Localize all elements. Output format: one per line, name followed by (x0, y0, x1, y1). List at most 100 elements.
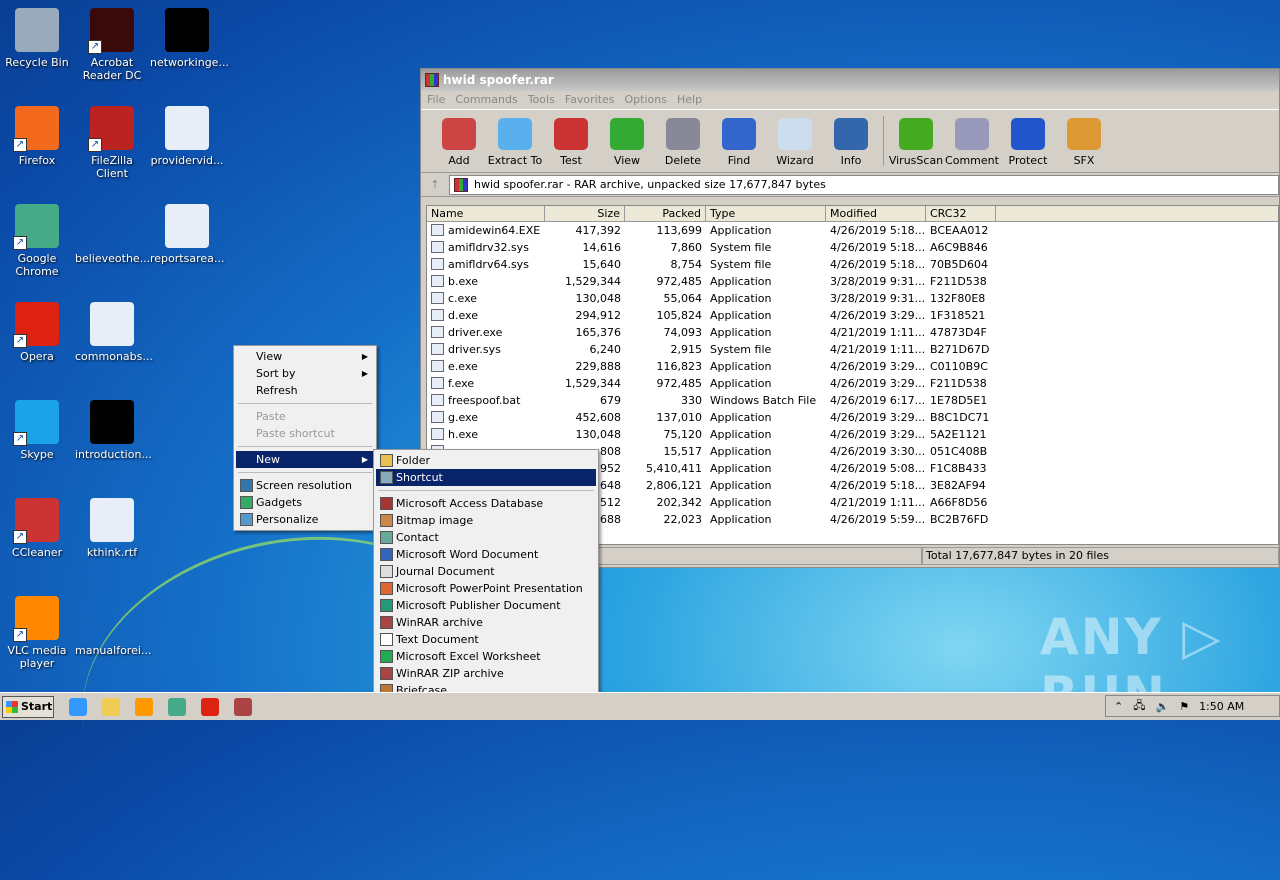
cell-text: 4/26/2019 5:59... (830, 513, 926, 526)
desktop-icon[interactable]: ↗ Acrobat Reader DC (75, 8, 149, 82)
menu-item-label: Microsoft PowerPoint Presentation (396, 582, 583, 595)
menu-item-microsoft-excel-worksheet[interactable]: Microsoft Excel Worksheet (376, 648, 596, 665)
menu-item-refresh[interactable]: Refresh (236, 382, 374, 399)
desktop-icon[interactable]: providervid... (150, 106, 224, 167)
menu-item-microsoft-access-database[interactable]: Microsoft Access Database (376, 495, 596, 512)
menu-item-shortcut[interactable]: Shortcut (376, 469, 596, 486)
column-header[interactable]: Size (545, 206, 625, 221)
desktop-icon[interactable]: commonabs... (75, 302, 153, 363)
desktop-icon[interactable]: manualforei... (75, 596, 151, 657)
desktop-icon[interactable]: ↗ Firefox (0, 106, 74, 167)
clock[interactable]: 1:50 AM (1199, 700, 1244, 713)
toolbar-button-test[interactable]: Test (543, 110, 599, 172)
toolbar-button-find[interactable]: Find (711, 110, 767, 172)
toolbar-button-sfx[interactable]: SFX (1056, 110, 1112, 172)
desktop-icon[interactable]: Recycle Bin (0, 8, 74, 69)
address-path[interactable]: hwid spoofer.rar - RAR archive, unpacked… (449, 174, 1279, 195)
show-hidden-icons[interactable]: ⌃ (1114, 700, 1123, 713)
title-bar[interactable]: hwid spoofer.rar (421, 69, 1279, 91)
menu-item-personalize[interactable]: Personalize (236, 511, 374, 528)
table-row[interactable]: h.exe 130,048 75,120 Application 4/26/2019 3… (427, 426, 1278, 443)
menu-item-screen-resolution[interactable]: Screen resolution (236, 477, 374, 494)
column-header[interactable]: Name (427, 206, 545, 221)
toolbar-button-view[interactable]: View (599, 110, 655, 172)
toolbar-button-virusscan[interactable]: VirusScan (888, 110, 944, 172)
taskbar-winrar-icon[interactable] (234, 697, 252, 716)
menu-item-journal-document[interactable]: Journal Document (376, 563, 596, 580)
table-row[interactable]: g.exe 452,608 137,010 Application 4/26/2019 … (427, 409, 1278, 426)
table-row[interactable]: freespoof.bat 679 330 Windows Batch File 4/2… (427, 392, 1278, 409)
toolbar-button-comment[interactable]: Comment (944, 110, 1000, 172)
menu-item-folder[interactable]: Folder (376, 452, 596, 469)
menu-item[interactable]: Tools (528, 93, 555, 106)
table-row[interactable]: amifldrv32.sys 14,616 7,860 System file 4/26… (427, 239, 1278, 256)
desktop-icon[interactable]: kthink.rtf (75, 498, 149, 559)
menu-item-new[interactable]: New ▶ (236, 451, 374, 468)
submenu-arrow-icon: ▶ (361, 352, 368, 361)
flag-icon[interactable]: ⚑ (1179, 700, 1189, 713)
taskbar-opera-icon[interactable] (201, 697, 219, 716)
table-row[interactable]: d.exe 294,912 105,824 Application 4/26/2019 … (427, 307, 1278, 324)
table-row[interactable]: amifldrv64.sys 15,640 8,754 System file 4/26… (427, 256, 1278, 273)
toolbar-button-delete[interactable]: Delete (655, 110, 711, 172)
desktop-icon[interactable]: believeothe... (75, 204, 150, 265)
table-row[interactable]: f.exe 1,529,344 972,485 Application 4/26/201… (427, 375, 1278, 392)
menu-item-gadgets[interactable]: Gadgets (236, 494, 374, 511)
menu-item[interactable]: Help (677, 93, 702, 106)
column-header[interactable]: Modified (826, 206, 926, 221)
desktop-icon[interactable]: ↗ CCleaner (0, 498, 74, 559)
table-row[interactable]: driver.sys 6,240 2,915 System file 4/21/2019… (427, 341, 1278, 358)
network-icon[interactable]: 🖧 (1133, 697, 1145, 716)
menu-item-microsoft-word-document[interactable]: Microsoft Word Document (376, 546, 596, 563)
column-header[interactable]: Packed (625, 206, 706, 221)
find-icon (722, 118, 756, 150)
start-button[interactable]: Start (2, 695, 54, 718)
menu-item[interactable]: Commands (455, 93, 517, 106)
menu-item-microsoft-publisher-document[interactable]: Microsoft Publisher Document (376, 597, 596, 614)
column-header[interactable]: Type (706, 206, 826, 221)
desktop-icon[interactable]: reportsarea... (150, 204, 224, 265)
table-row[interactable]: e.exe 229,888 116,823 Application 4/26/2019 … (427, 358, 1278, 375)
desktop-icon[interactable]: ↗ Google Chrome (0, 204, 74, 278)
menu-item-text-document[interactable]: Text Document (376, 631, 596, 648)
up-arrow-icon[interactable]: ↑ (421, 178, 449, 191)
desktop-icon[interactable]: ↗ VLC media player (0, 596, 74, 670)
taskbar-media-player-icon[interactable] (135, 697, 153, 716)
table-row[interactable]: amidewin64.EXE 417,392 113,699 Application 4… (427, 222, 1278, 239)
menu-item-microsoft-powerpoint-presentation[interactable]: Microsoft PowerPoint Presentation (376, 580, 596, 597)
toolbar-button-protect[interactable]: Protect (1000, 110, 1056, 172)
toolbar-button-info[interactable]: Info (823, 110, 879, 172)
menu-item[interactable]: Options (625, 93, 667, 106)
menu-item-sort-by[interactable]: Sort by ▶ (236, 365, 374, 382)
cell: 4/21/2019 1:11... (826, 494, 926, 511)
table-row[interactable]: driver.exe 165,376 74,093 Application 4/21/2… (427, 324, 1278, 341)
menu-item[interactable]: Favorites (565, 93, 615, 106)
menu-item-icon (380, 531, 393, 544)
desktop-icon[interactable]: introduction... (75, 400, 152, 461)
menu-item-paste[interactable]: Paste (236, 408, 374, 425)
cell-text: 165,376 (575, 326, 622, 339)
menu-item-bitmap-image[interactable]: Bitmap image (376, 512, 596, 529)
desktop-icon[interactable]: ↗ FileZilla Client (75, 106, 149, 180)
desktop-icon[interactable]: ↗ Opera (0, 302, 74, 363)
taskbar-chrome-icon[interactable] (168, 697, 186, 716)
table-row[interactable]: b.exe 1,529,344 972,485 Application 3/28/201… (427, 273, 1278, 290)
table-row[interactable]: c.exe 130,048 55,064 Application 3/28/2019 9… (427, 290, 1278, 307)
taskbar-internet-explorer-icon[interactable] (69, 697, 87, 716)
desktop-icon[interactable]: networkinge... (150, 8, 229, 69)
cell: 137,010 (625, 409, 706, 426)
menu-item-icon (380, 514, 393, 527)
desktop-icon[interactable]: ↗ Skype (0, 400, 74, 461)
toolbar-button-wizard[interactable]: Wizard (767, 110, 823, 172)
toolbar-button-extract-to[interactable]: Extract To (487, 110, 543, 172)
menu-item-contact[interactable]: Contact (376, 529, 596, 546)
taskbar-explorer-icon[interactable] (102, 697, 120, 716)
menu-item-view[interactable]: View ▶ (236, 348, 374, 365)
menu-item[interactable]: File (427, 93, 445, 106)
toolbar-button-add[interactable]: Add (431, 110, 487, 172)
menu-item-winrar-archive[interactable]: WinRAR archive (376, 614, 596, 631)
menu-item-paste-shortcut[interactable]: Paste shortcut (236, 425, 374, 442)
menu-item-winrar-zip-archive[interactable]: WinRAR ZIP archive (376, 665, 596, 682)
column-header[interactable]: CRC32 (926, 206, 996, 221)
volume-icon[interactable]: 🔈 (1155, 700, 1169, 713)
